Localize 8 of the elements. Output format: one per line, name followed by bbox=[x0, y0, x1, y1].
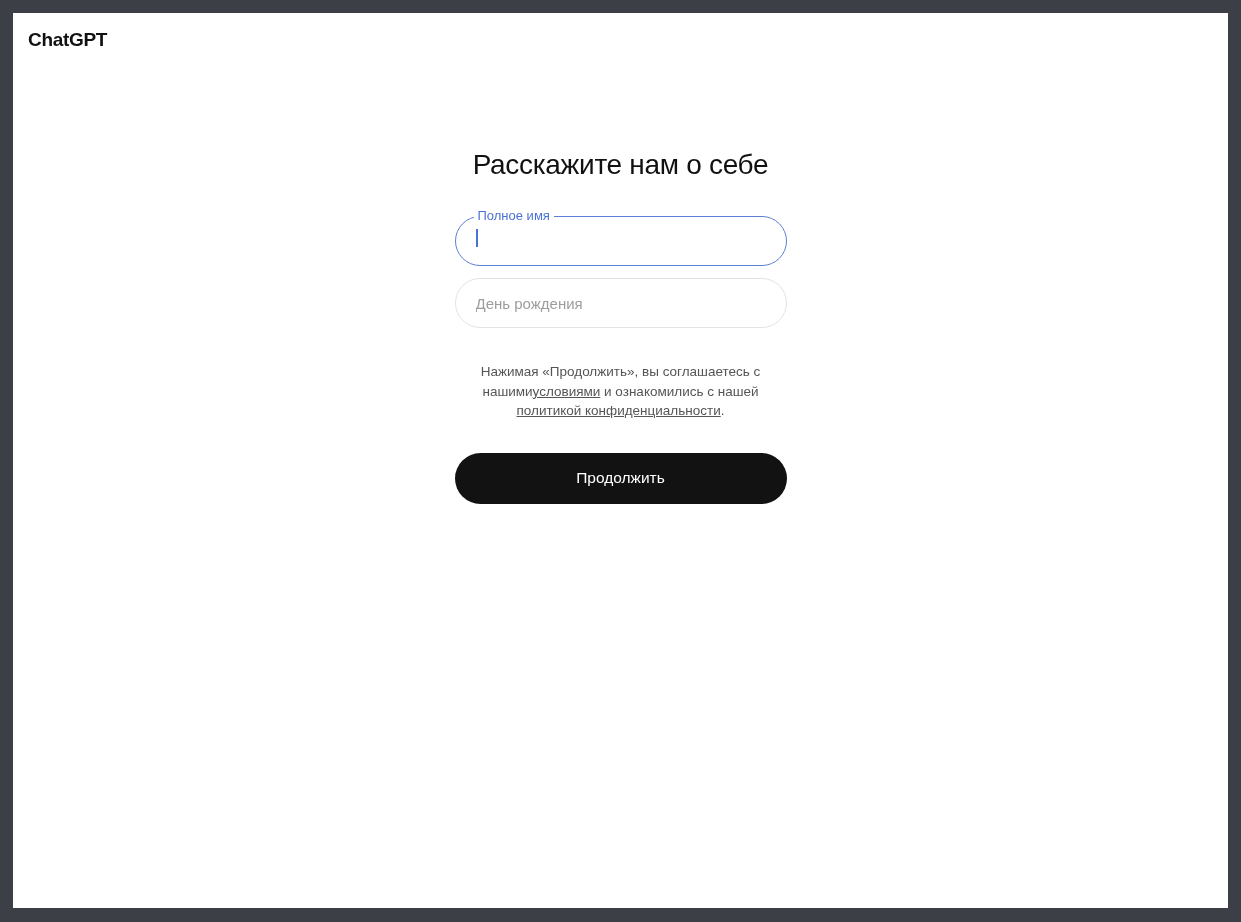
continue-button[interactable]: Продолжить bbox=[454, 452, 787, 504]
logo: ChatGPT bbox=[28, 29, 109, 51]
terms-link[interactable]: политикой конфиденциальности bbox=[516, 403, 721, 418]
page-heading: Расскажите нам о себе bbox=[471, 149, 770, 181]
text-cursor bbox=[475, 229, 478, 247]
terms-text: Нажимая «Продолжить», вы соглашаетесь с нашимиусловиями и ознакомились с нашей политикой конфиденциальности. bbox=[479, 363, 762, 420]
input-field[interactable]: День рождения bbox=[454, 278, 787, 328]
terms-link[interactable]: условиями bbox=[532, 383, 601, 399]
